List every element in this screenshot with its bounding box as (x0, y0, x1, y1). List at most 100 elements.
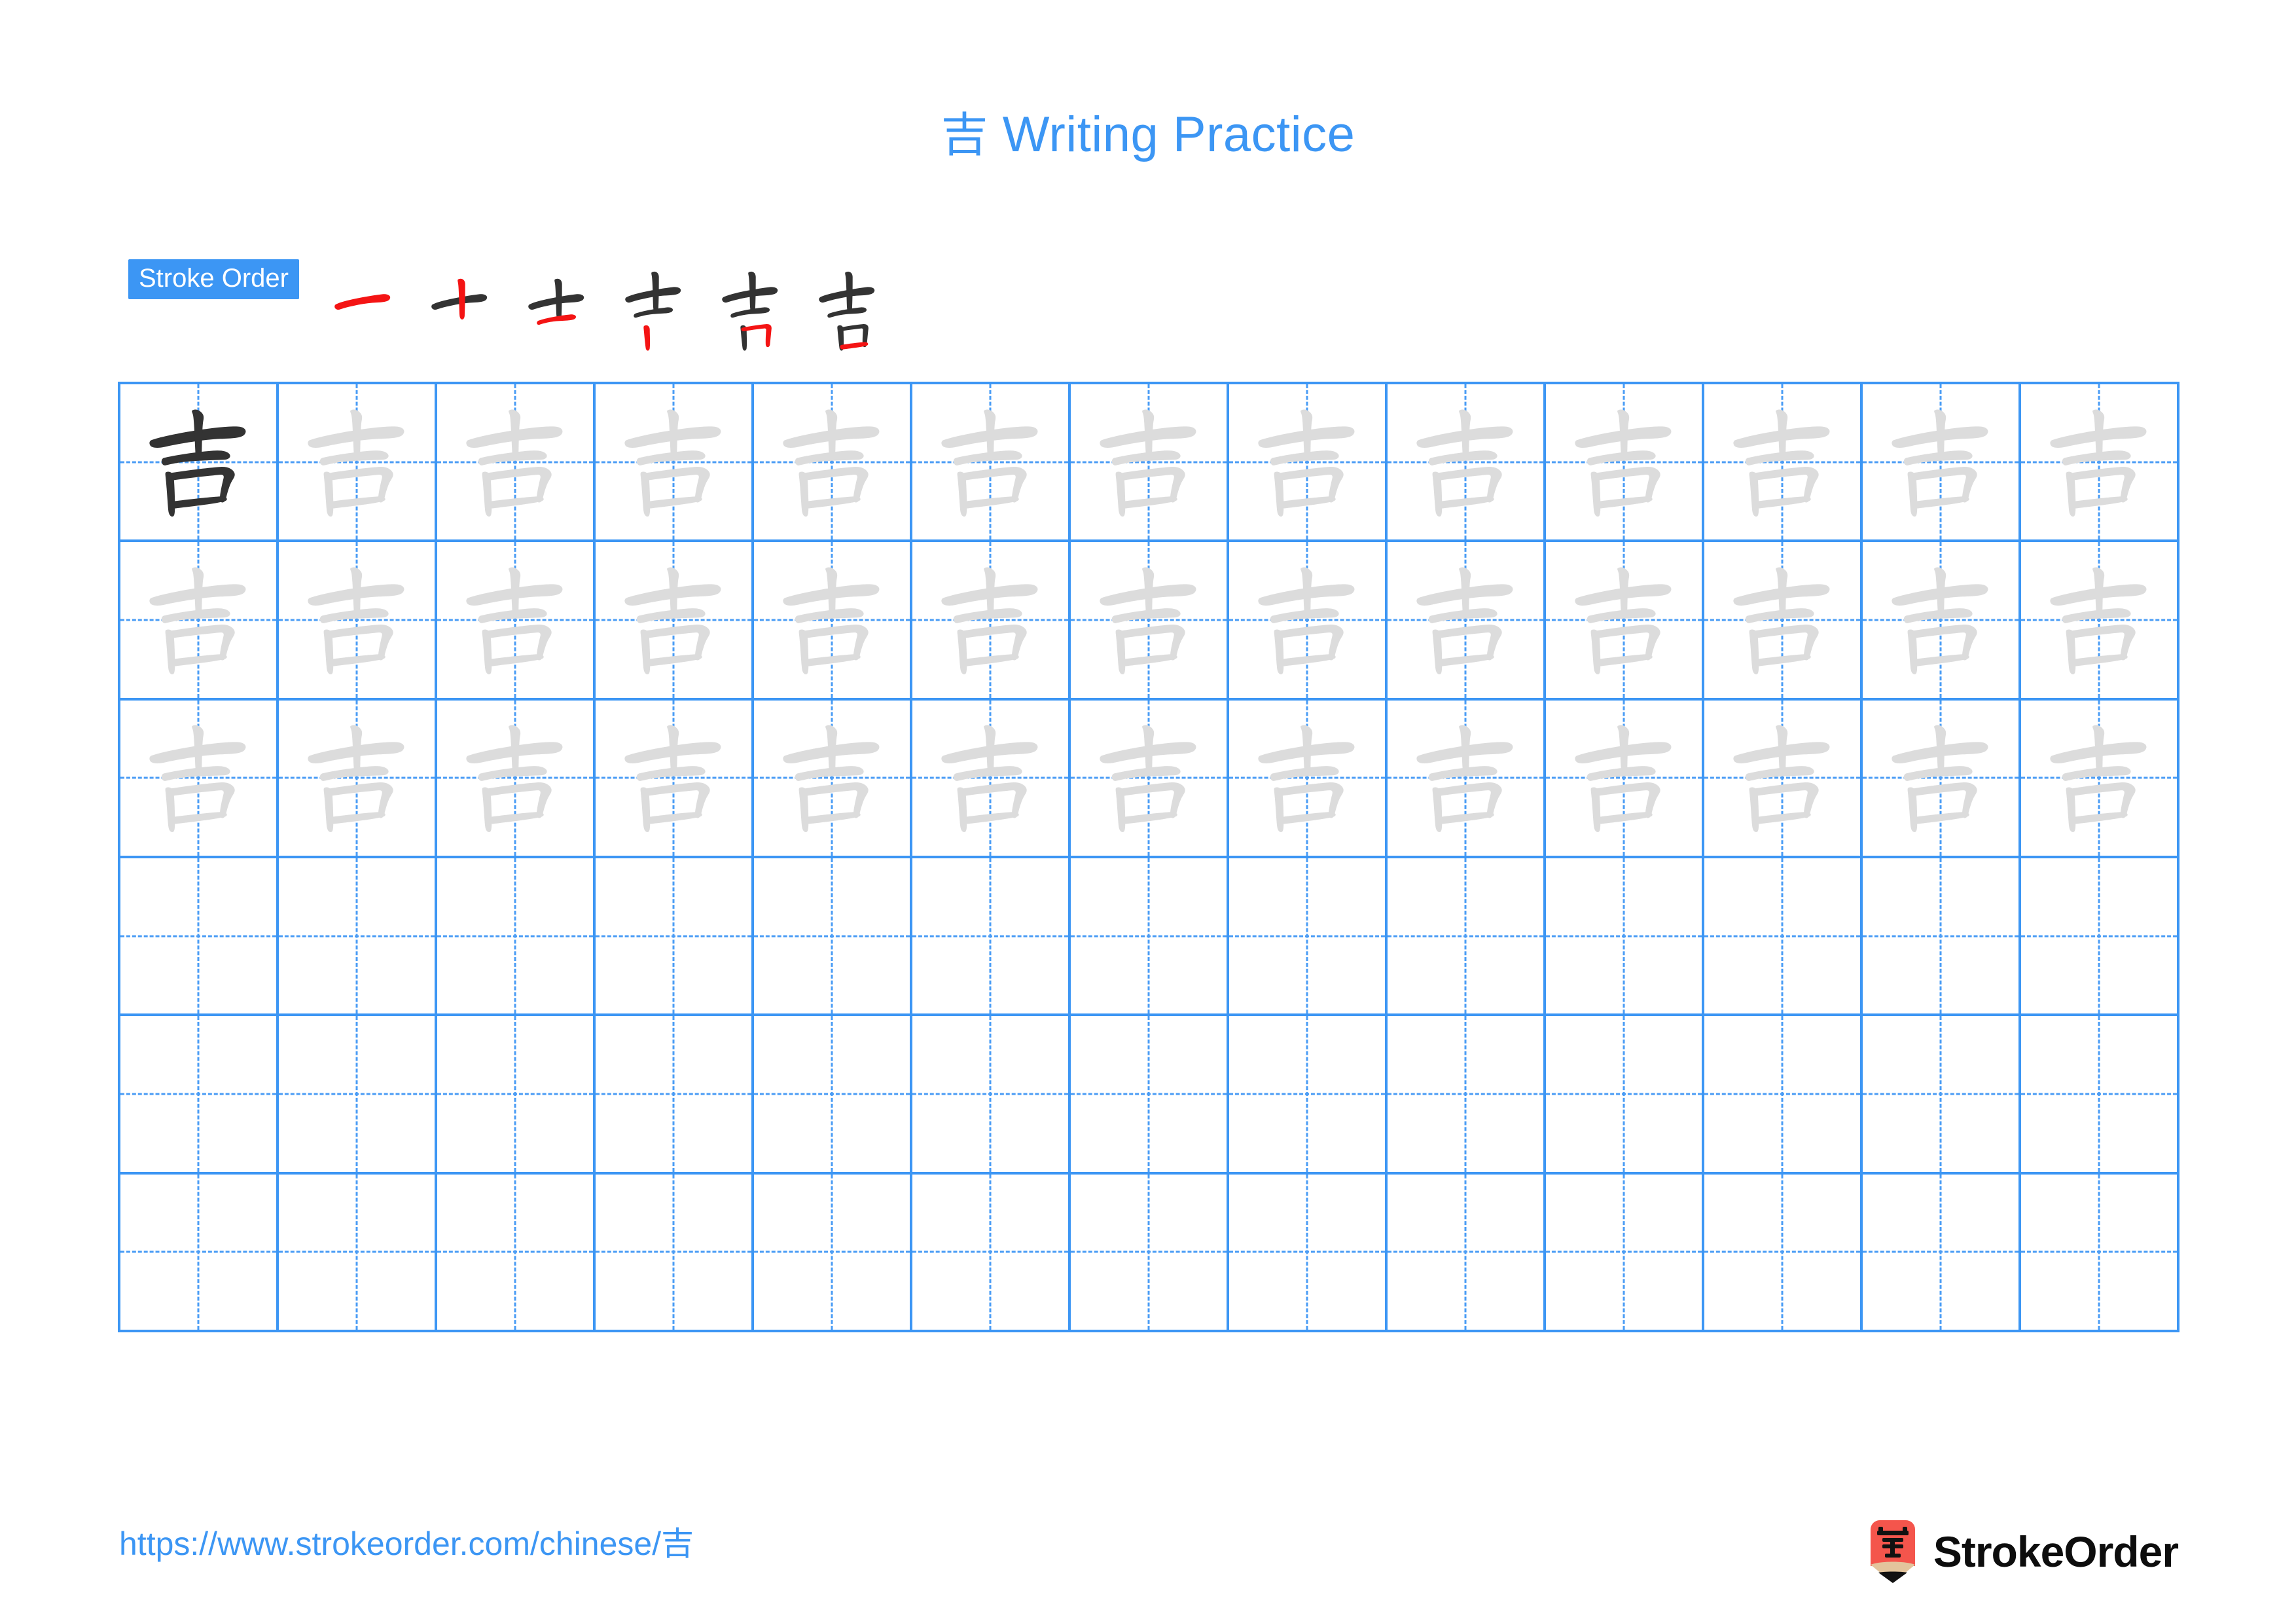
character-trace-glyph (2021, 384, 2177, 539)
stroke-step-4 (604, 257, 706, 358)
practice-grid-cell[interactable] (1229, 858, 1388, 1017)
practice-grid-cell[interactable] (596, 1016, 754, 1175)
practice-grid-cell[interactable] (1388, 1016, 1546, 1175)
practice-grid-cell[interactable] (1071, 1174, 1229, 1332)
practice-grid-cell[interactable] (1863, 700, 2021, 858)
practice-grid-cell[interactable] (1546, 384, 1704, 543)
practice-grid-cell[interactable] (1388, 858, 1546, 1017)
practice-grid-cell[interactable] (1704, 858, 1863, 1017)
practice-grid-cell[interactable] (1704, 1016, 1863, 1175)
practice-grid-cell[interactable] (279, 858, 437, 1017)
practice-grid-cell[interactable] (437, 858, 596, 1017)
practice-grid-cell[interactable] (1704, 1174, 1863, 1332)
practice-grid-cell[interactable] (1071, 384, 1229, 543)
practice-grid-cell[interactable] (279, 1016, 437, 1175)
practice-grid-cell[interactable] (1229, 1174, 1388, 1332)
practice-grid-cell[interactable] (2021, 858, 2179, 1017)
practice-grid-cell[interactable] (437, 542, 596, 701)
footer-brand: StrokeOrder (1865, 1516, 2179, 1588)
practice-grid-cell[interactable] (279, 384, 437, 543)
practice-grid-cell[interactable] (120, 384, 279, 543)
practice-grid-cell[interactable] (120, 1174, 279, 1332)
practice-grid-cell[interactable] (1863, 1016, 2021, 1175)
practice-grid-cell[interactable] (279, 700, 437, 858)
practice-grid-cell[interactable] (596, 858, 754, 1017)
practice-grid-cell[interactable] (754, 1174, 912, 1332)
stroke-step-1 (314, 257, 415, 358)
practice-grid-cell[interactable] (1229, 700, 1388, 858)
practice-grid-cell[interactable] (754, 542, 912, 701)
practice-grid-cell[interactable] (754, 384, 912, 543)
practice-grid-cell[interactable] (1546, 700, 1704, 858)
practice-grid-cell[interactable] (754, 858, 912, 1017)
character-trace-glyph (1546, 384, 1702, 539)
practice-grid-cell[interactable] (120, 700, 279, 858)
stroke-step-6 (798, 257, 899, 358)
practice-grid-cell[interactable] (912, 1174, 1071, 1332)
practice-grid-cell[interactable] (1071, 858, 1229, 1017)
practice-grid-cell[interactable] (754, 700, 912, 858)
strokeorder-logo-icon (1870, 1520, 1915, 1583)
practice-grid-cell[interactable] (1071, 1016, 1229, 1175)
practice-grid-cell[interactable] (596, 542, 754, 701)
practice-grid-cell[interactable] (1704, 384, 1863, 543)
practice-grid-cell[interactable] (912, 1016, 1071, 1175)
practice-grid-cell[interactable] (437, 1016, 596, 1175)
stroke-step-5 (701, 257, 802, 358)
character-trace-glyph (120, 542, 276, 697)
practice-grid-cell[interactable] (596, 384, 754, 543)
practice-grid-cell[interactable] (437, 700, 596, 858)
character-trace-glyph (1071, 542, 1227, 697)
character-trace-glyph (1388, 542, 1543, 697)
practice-grid-cell[interactable] (1704, 700, 1863, 858)
practice-grid-cell[interactable] (120, 858, 279, 1017)
practice-grid-cell[interactable] (279, 1174, 437, 1332)
character-trace-glyph (1863, 542, 2018, 697)
character-trace-glyph (1229, 542, 1385, 697)
practice-grid-cell[interactable] (1546, 858, 1704, 1017)
character-trace-glyph (120, 701, 276, 856)
practice-grid-cell[interactable] (1229, 384, 1388, 543)
practice-grid-cell[interactable] (596, 700, 754, 858)
character-trace-glyph (1546, 542, 1702, 697)
character-trace-glyph (437, 542, 593, 697)
practice-grid-cell[interactable] (1229, 1016, 1388, 1175)
practice-grid-cell[interactable] (912, 542, 1071, 701)
practice-grid-cell[interactable] (2021, 542, 2179, 701)
page-title-suffix: Writing Practice (988, 107, 1355, 162)
practice-grid-cell[interactable] (596, 1174, 754, 1332)
practice-grid-cell[interactable] (1546, 542, 1704, 701)
practice-grid-cell[interactable] (1863, 384, 2021, 543)
practice-grid-cell[interactable] (912, 858, 1071, 1017)
practice-grid-cell[interactable] (120, 1016, 279, 1175)
practice-grid-cell[interactable] (279, 542, 437, 701)
practice-grid-cell[interactable] (912, 384, 1071, 543)
practice-grid-cell[interactable] (1863, 858, 2021, 1017)
practice-grid-cell[interactable] (1388, 542, 1546, 701)
practice-grid-cell[interactable] (2021, 1174, 2179, 1332)
practice-grid-cell[interactable] (1229, 542, 1388, 701)
character-trace-glyph (596, 701, 751, 856)
character-trace-glyph (1863, 384, 2018, 539)
practice-grid-cell[interactable] (2021, 384, 2179, 543)
stroke-step-3 (507, 257, 609, 358)
practice-grid-cell[interactable] (1388, 384, 1546, 543)
practice-grid-cell[interactable] (1388, 1174, 1546, 1332)
footer-url[interactable]: https://www.strokeorder.com/chinese/吉 (119, 1527, 694, 1560)
practice-grid-cell[interactable] (2021, 1016, 2179, 1175)
practice-grid-cell[interactable] (1071, 700, 1229, 858)
practice-grid-cell[interactable] (1863, 1174, 2021, 1332)
character-trace-glyph (1071, 384, 1227, 539)
practice-grid-cell[interactable] (2021, 700, 2179, 858)
practice-grid-cell[interactable] (1071, 542, 1229, 701)
practice-grid-cell[interactable] (1388, 700, 1546, 858)
practice-grid-cell[interactable] (754, 1016, 912, 1175)
practice-grid-cell[interactable] (912, 700, 1071, 858)
practice-grid-cell[interactable] (1546, 1016, 1704, 1175)
practice-grid-cell[interactable] (120, 542, 279, 701)
practice-grid-cell[interactable] (437, 384, 596, 543)
practice-grid-cell[interactable] (1704, 542, 1863, 701)
practice-grid-cell[interactable] (1863, 542, 2021, 701)
practice-grid-cell[interactable] (1546, 1174, 1704, 1332)
practice-grid-cell[interactable] (437, 1174, 596, 1332)
